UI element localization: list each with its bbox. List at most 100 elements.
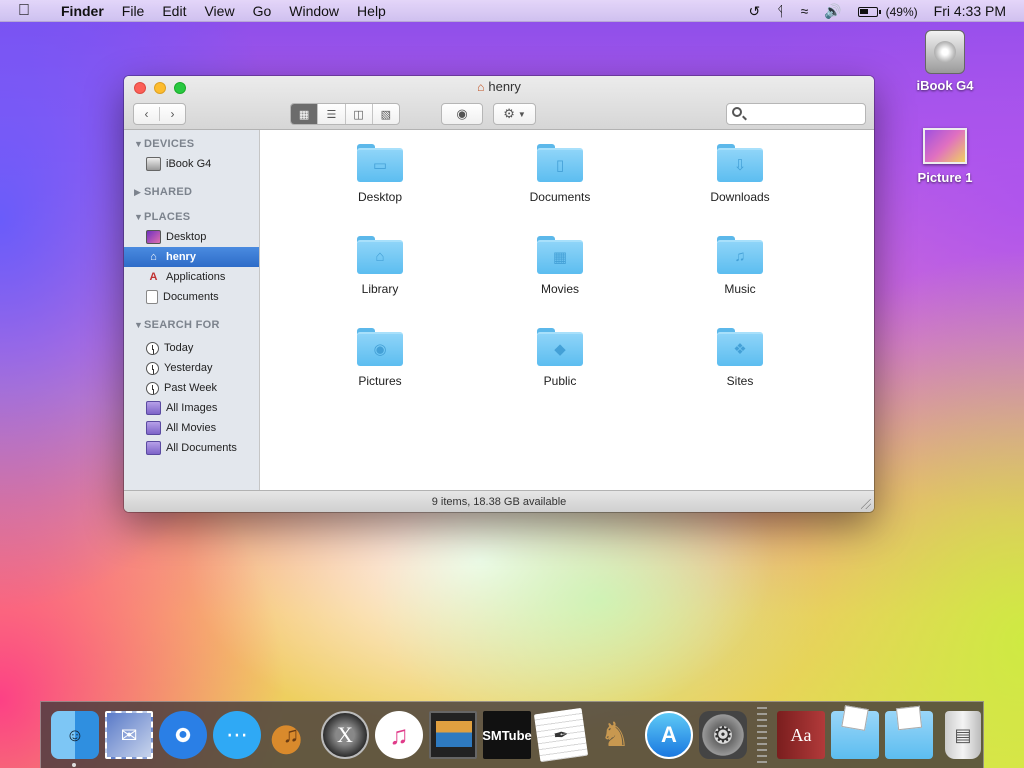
- action-menu-button[interactable]: ⚙ ▼: [493, 103, 536, 125]
- coverflow-view-button[interactable]: ▧: [373, 104, 399, 124]
- sidebar-section-shared[interactable]: ▶ SHARED: [124, 182, 259, 202]
- trash-icon: ▤: [954, 724, 972, 745]
- dock-adium[interactable]: ●: [159, 711, 207, 759]
- wifi-icon[interactable]: ≈: [793, 3, 817, 19]
- smart-folder-icon: [146, 421, 161, 435]
- back-button[interactable]: ‹: [134, 107, 160, 121]
- menu-edit[interactable]: Edit: [153, 0, 195, 22]
- dock-mail[interactable]: ✉: [105, 711, 153, 759]
- menu-window[interactable]: Window: [280, 0, 348, 22]
- window-toolbar: ⌂ henry ‹ › ▦ ☰ ◫ ▧ ◉ ⚙ ▼: [124, 76, 874, 130]
- search-icon: [732, 107, 742, 117]
- sidebar-item-applications[interactable]: A Applications: [124, 267, 259, 287]
- dock-garageband[interactable]: ♫: [267, 711, 315, 759]
- folder-item-public[interactable]: ◆ Public: [470, 326, 650, 418]
- icon-view-button[interactable]: ▦: [291, 104, 319, 124]
- forward-button[interactable]: ›: [160, 107, 185, 121]
- folder-item-documents[interactable]: ▯ Documents: [470, 142, 650, 234]
- dock-messages[interactable]: ⋯: [213, 711, 261, 759]
- desktop-icon-label: Picture 1: [917, 170, 973, 185]
- disclosure-down-icon: ▼: [134, 320, 144, 330]
- desktop-icon: [146, 230, 161, 244]
- disclosure-down-icon: ▼: [134, 212, 144, 222]
- sidebar-item-today[interactable]: Today: [124, 338, 259, 358]
- dock-separator: [757, 707, 767, 763]
- apple-icon[interactable]: : [18, 0, 36, 22]
- sidebar-item-documents[interactable]: Documents: [124, 287, 259, 307]
- menu-finder[interactable]: Finder: [52, 0, 113, 22]
- smart-folder-icon: [146, 401, 161, 415]
- folder-item-music[interactable]: ♫ Music: [650, 234, 830, 326]
- menu-go[interactable]: Go: [244, 0, 281, 22]
- sidebar-section-devices[interactable]: ▼DEVICES: [124, 134, 259, 154]
- dock-dictionary[interactable]: Aa: [777, 711, 825, 759]
- sidebar-item-all-images[interactable]: All Images: [124, 398, 259, 418]
- folder-label: Library: [361, 282, 399, 296]
- dock-documents-stack[interactable]: [831, 711, 879, 759]
- speech-bubble-icon: ⋯: [226, 722, 248, 747]
- sidebar-item-all-documents[interactable]: All Documents: [124, 438, 259, 458]
- smart-folder-icon: [146, 441, 161, 455]
- finder-window: ⌂ henry ‹ › ▦ ☰ ◫ ▧ ◉ ⚙ ▼ ▼DEVICES iBook G…: [124, 76, 874, 512]
- dock-chess[interactable]: ♞: [591, 711, 639, 759]
- search-field[interactable]: [726, 103, 866, 125]
- dock-itunes[interactable]: ♫: [375, 711, 423, 759]
- dictionary-label: Aa: [790, 724, 812, 745]
- duck-icon: ●: [178, 726, 188, 743]
- quick-look-button[interactable]: ◉: [441, 103, 483, 125]
- battery-status[interactable]: (49%): [850, 3, 926, 19]
- document-icon: [146, 290, 158, 304]
- list-view-button[interactable]: ☰: [318, 104, 346, 124]
- app-store-icon: A: [661, 722, 677, 747]
- sidebar-item-label: All Documents: [166, 442, 237, 454]
- menu-view[interactable]: View: [195, 0, 243, 22]
- folder-item-library[interactable]: ⌂ Library: [290, 234, 470, 326]
- sidebar-section-places[interactable]: ▼PLACES: [124, 207, 259, 227]
- dock-mac-os-x[interactable]: X: [321, 711, 369, 759]
- folder-label: Sites: [726, 374, 754, 388]
- dock-finder[interactable]: ☺: [51, 711, 99, 767]
- sidebar-item-desktop[interactable]: Desktop: [124, 227, 259, 247]
- column-view-button[interactable]: ◫: [346, 104, 373, 124]
- library-folder-icon: ⌂: [357, 236, 403, 274]
- sidebar-item-all-movies[interactable]: All Movies: [124, 418, 259, 438]
- sidebar-item-yesterday[interactable]: Yesterday: [124, 358, 259, 378]
- gear-icon: ⚙: [713, 722, 733, 747]
- time-machine-icon[interactable]: ↺: [740, 3, 768, 20]
- sidebar-item-past-week[interactable]: Past Week: [124, 378, 259, 398]
- image-file-icon: [923, 128, 967, 164]
- sidebar-section-search[interactable]: ▼SEARCH FOR: [124, 315, 259, 335]
- back-forward-buttons: ‹ ›: [133, 103, 186, 125]
- dock-downloads-stack[interactable]: [885, 711, 933, 759]
- sidebar-item-label: Past Week: [164, 382, 217, 394]
- folder-item-movies[interactable]: ▦ Movies: [470, 234, 650, 326]
- sidebar-item-ibook[interactable]: iBook G4: [124, 154, 259, 174]
- dock: ☺ ✉ ● ⋯ ♫ X ♫ SMTube ✒ ♞ A ⚙ Aa ▤: [40, 701, 984, 768]
- folder-item-desktop[interactable]: ▭ Desktop: [290, 142, 470, 234]
- resize-handle[interactable]: [861, 499, 871, 509]
- dock-textedit[interactable]: ✒: [533, 707, 589, 763]
- downloads-folder-icon: ⇩: [717, 144, 763, 182]
- dock-trash[interactable]: ▤: [945, 711, 981, 759]
- status-menus: ↺ ᛩ ≈ 🔊 (49%) Fri 4:33 PM: [740, 0, 1024, 22]
- dock-photo-booth[interactable]: [429, 711, 477, 759]
- window-title-text: henry: [488, 79, 521, 94]
- dock-smtube[interactable]: SMTube: [482, 711, 532, 759]
- sidebar-header-label: PLACES: [144, 211, 191, 223]
- desktop-icon-picture[interactable]: Picture 1: [900, 128, 990, 185]
- dock-system-preferences[interactable]: ⚙: [699, 711, 747, 759]
- folder-item-pictures[interactable]: ◉ Pictures: [290, 326, 470, 418]
- chevron-down-icon: ▼: [517, 109, 526, 119]
- menu-file[interactable]: File: [113, 0, 154, 22]
- menu-clock[interactable]: Fri 4:33 PM: [926, 3, 1014, 19]
- volume-icon[interactable]: 🔊: [816, 3, 849, 20]
- folder-item-downloads[interactable]: ⇩ Downloads: [650, 142, 830, 234]
- finder-face-icon: ☺: [65, 724, 85, 745]
- bluetooth-icon[interactable]: ᛩ: [768, 3, 792, 19]
- menu-help[interactable]: Help: [348, 0, 395, 22]
- dock-app-store[interactable]: A: [645, 711, 693, 759]
- sidebar-item-henry[interactable]: ⌂ henry: [124, 247, 259, 267]
- folder-item-sites[interactable]: ❖ Sites: [650, 326, 830, 418]
- desktop-icon-ibook[interactable]: iBook G4: [900, 30, 990, 93]
